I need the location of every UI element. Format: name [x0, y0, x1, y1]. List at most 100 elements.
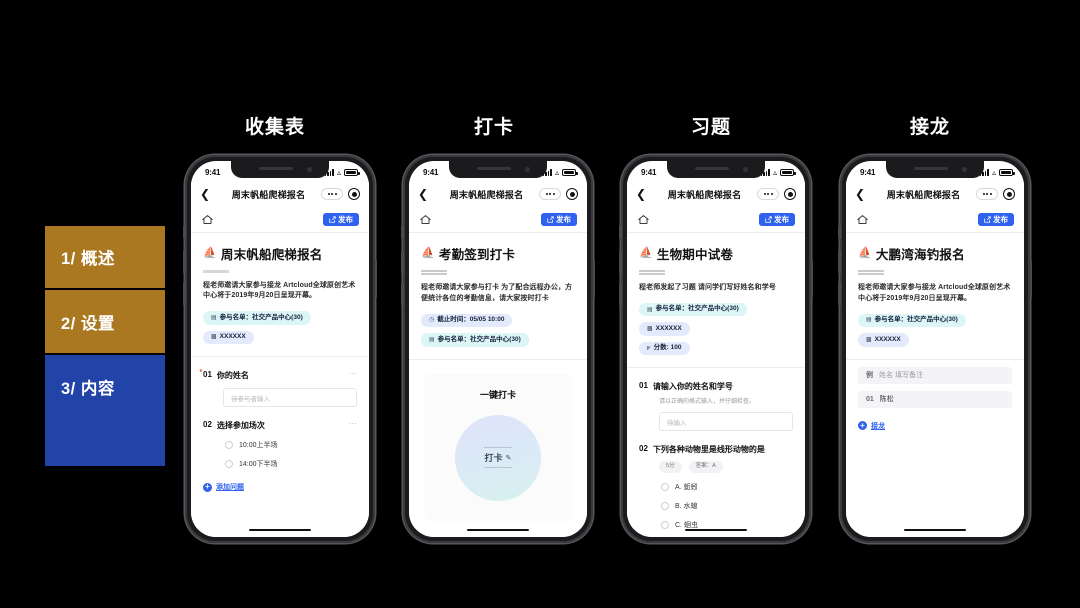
status-bar: 9:41 ▵: [627, 161, 805, 181]
phone-mute-switch[interactable]: [183, 225, 186, 239]
home-icon[interactable]: [419, 214, 432, 225]
publish-label: 发布: [556, 214, 571, 224]
question-item: 01 请输入你的姓名和学号 请以正确的格式输入，并仔细检查。 待输入: [639, 381, 793, 432]
doc-title-text: 生物期中试卷: [656, 248, 734, 262]
phone-volume-down-button[interactable]: [401, 282, 404, 306]
phone-mute-switch[interactable]: [619, 225, 622, 239]
share-box-icon: [764, 216, 772, 223]
question-number-text: 01: [203, 370, 212, 380]
phone-volume-down-button[interactable]: [619, 282, 622, 306]
tag-score[interactable]: F 分数: 100: [639, 341, 690, 356]
publish-button[interactable]: 发布: [540, 212, 577, 227]
relay-text: 姓名 填写备注: [879, 372, 923, 380]
radio-icon[interactable]: [661, 482, 669, 491]
sub-toolbar: 发布: [409, 207, 587, 233]
section-title-collect-form: 收集表: [244, 117, 306, 138]
radio-icon[interactable]: [225, 441, 233, 450]
phone-power-button[interactable]: [592, 260, 595, 298]
phone-relay: 9:41 ▵ ❮ 周末帆船爬梯报名 发布 ⛵ 大鹏湾海钓报名 程老师邀请大家参与…: [838, 155, 1032, 543]
radio-icon[interactable]: [661, 520, 669, 529]
record-icon[interactable]: [348, 188, 360, 200]
publish-button[interactable]: 发布: [322, 212, 359, 227]
back-icon[interactable]: ❮: [636, 188, 652, 200]
tag-participants[interactable]: ▤ 参与名单：社交产品中心(30): [639, 302, 747, 317]
publish-button[interactable]: 发布: [977, 212, 1014, 227]
points-badge: 5分: [659, 461, 682, 473]
phone-volume-down-button[interactable]: [183, 282, 186, 306]
option-row[interactable]: B. 水螅: [661, 501, 793, 511]
sidebar-item-overview[interactable]: 1/ 概述: [45, 226, 165, 288]
question-menu-icon[interactable]: ⋯: [349, 370, 358, 378]
phone-volume-up-button[interactable]: [183, 250, 186, 274]
more-dots-icon[interactable]: [757, 188, 779, 200]
tag-secondary[interactable]: ▩ XXXXXX: [858, 333, 909, 347]
back-icon[interactable]: ❮: [200, 188, 216, 200]
phone-mute-switch[interactable]: [401, 225, 404, 239]
sidebar-item-content[interactable]: 3/ 内容: [45, 355, 165, 466]
tag-label: XXXXXX: [655, 324, 682, 332]
section-titles: 收集表 打卡 习题 接龙: [0, 112, 1080, 142]
back-icon[interactable]: ❮: [418, 188, 434, 200]
tag-participants[interactable]: ▤ 参与名单：社交产品中心(30): [858, 313, 966, 328]
name-input[interactable]: 待参与者输入: [223, 388, 357, 408]
signal-icon: [542, 169, 552, 176]
question-meta: 5分 答案：A: [659, 461, 793, 473]
required-asterisk-icon: *: [199, 369, 203, 377]
phone-power-button[interactable]: [374, 260, 377, 298]
radio-icon[interactable]: [661, 501, 669, 510]
nav-bar: ❮ 周末帆船爬梯报名: [627, 181, 805, 207]
tag-list: ▤ 参与名单：社交产品中心(30) ▩ XXXXXX: [203, 311, 357, 345]
phone-volume-down-button[interactable]: [838, 282, 841, 306]
tag-deadline[interactable]: ◷ 截止时间：05/05 10:00: [421, 313, 513, 328]
add-question-button[interactable]: + 添加问题: [203, 482, 357, 492]
tag-secondary[interactable]: ▩ XXXXXX: [639, 322, 690, 336]
home-indicator: [467, 529, 529, 531]
plus-icon: +: [203, 482, 212, 492]
phone-volume-up-button[interactable]: [401, 250, 404, 274]
question-title: 下列各种动物里是线形动物的是: [652, 445, 765, 455]
phone-power-button[interactable]: [810, 260, 813, 298]
more-dots-icon[interactable]: [321, 188, 343, 200]
more-dots-icon[interactable]: [976, 188, 998, 200]
relay-row-example[interactable]: 例 姓名 填写备注: [858, 366, 1012, 384]
answer-badge: 答案：A: [688, 461, 723, 473]
back-icon[interactable]: ❮: [855, 188, 871, 200]
home-icon[interactable]: [201, 214, 214, 225]
pencil-icon[interactable]: ✎: [506, 454, 512, 462]
answer-input[interactable]: 待输入: [659, 412, 793, 432]
tag-participants[interactable]: ▤ 参与名单：社交产品中心(30): [421, 333, 529, 347]
sub-toolbar: 发布: [627, 207, 805, 233]
question-number: * 01: [199, 369, 212, 380]
tag-participants[interactable]: ▤ 参与名单：社交产品中心(30): [203, 311, 311, 325]
tag-secondary[interactable]: ▩ XXXXXX: [203, 330, 254, 345]
relay-row[interactable]: 01 陈松: [858, 390, 1012, 408]
publish-button[interactable]: 发布: [758, 212, 795, 227]
phone-volume-up-button[interactable]: [838, 250, 841, 274]
status-bar: 9:41 ▵: [191, 161, 369, 181]
record-icon[interactable]: [566, 188, 578, 200]
option-row[interactable]: A. 蚯蚓: [661, 482, 793, 492]
record-icon[interactable]: [1003, 188, 1015, 200]
join-relay-button[interactable]: + 接龙: [858, 421, 1012, 431]
wifi-icon: ▵: [772, 167, 777, 177]
phone-power-button[interactable]: [1029, 260, 1032, 298]
record-icon[interactable]: [784, 188, 796, 200]
punch-button[interactable]: 打卡 ✎: [455, 414, 541, 501]
sidebar-item-settings[interactable]: 2/ 设置: [45, 290, 165, 353]
doc-description: 程老师邀请大家参与接龙 Artcloud全球原创艺术中心将于2019年9月20日…: [858, 284, 1011, 302]
question-menu-icon[interactable]: ⋯: [349, 420, 358, 428]
question-number: 02: [639, 444, 648, 454]
status-time: 9:41: [860, 168, 876, 177]
home-icon[interactable]: [856, 214, 869, 225]
home-icon[interactable]: [637, 214, 650, 225]
phone-volume-up-button[interactable]: [619, 250, 622, 274]
title-underline: [639, 270, 665, 275]
radio-icon[interactable]: [225, 460, 233, 469]
option-row[interactable]: 10:00上半场: [225, 440, 357, 450]
more-dots-icon[interactable]: [539, 188, 561, 200]
title-underline: [203, 270, 229, 273]
section-title-punch-clock: 打卡: [473, 117, 515, 138]
option-row[interactable]: 14:00下半场: [225, 459, 357, 469]
sailboat-icon: ⛵: [858, 247, 872, 259]
phone-mute-switch[interactable]: [838, 225, 841, 239]
